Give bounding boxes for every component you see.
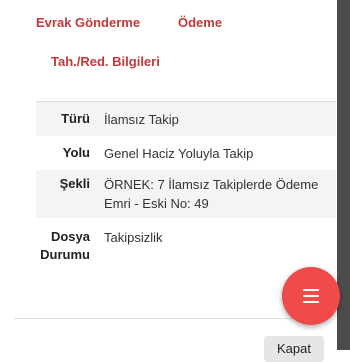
details-row-yolu: Yolu Genel Haciz Yoluyla Takip — [36, 136, 336, 170]
tab-bar: Evrak Gönderme Ödeme Tah./Red. Bilgileri — [0, 0, 350, 90]
row-value: Genel Haciz Yoluyla Takip — [104, 145, 254, 161]
row-label: Türü — [61, 111, 90, 126]
details-row-turu: Türü İlamsız Takip — [36, 102, 336, 136]
details-table: Türü İlamsız Takip Yolu Genel Haciz Yolu… — [36, 101, 336, 290]
row-value: ÖRNEK: 7 İlamsız Takiplerde Ödeme Emri -… — [104, 177, 319, 211]
close-button[interactable]: Kapat — [264, 336, 324, 362]
row-label: Şekli — [59, 176, 90, 191]
footer-divider — [14, 318, 328, 319]
floating-action-button[interactable] — [282, 267, 340, 325]
row-label: Yolu — [62, 145, 90, 160]
tab-tah-red-bilgileri[interactable]: Tah./Red. Bilgileri — [51, 54, 160, 69]
tab-odeme[interactable]: Ödeme — [178, 15, 222, 30]
menu-icon — [303, 289, 319, 303]
details-row-sekli: Şekli ÖRNEK: 7 İlamsız Takiplerde Ödeme … — [36, 170, 336, 218]
row-label: Dosya Durumu — [40, 229, 90, 262]
row-value: İlamsız Takip — [104, 111, 179, 127]
tab-evrak-gonderme[interactable]: Evrak Gönderme — [36, 15, 140, 30]
